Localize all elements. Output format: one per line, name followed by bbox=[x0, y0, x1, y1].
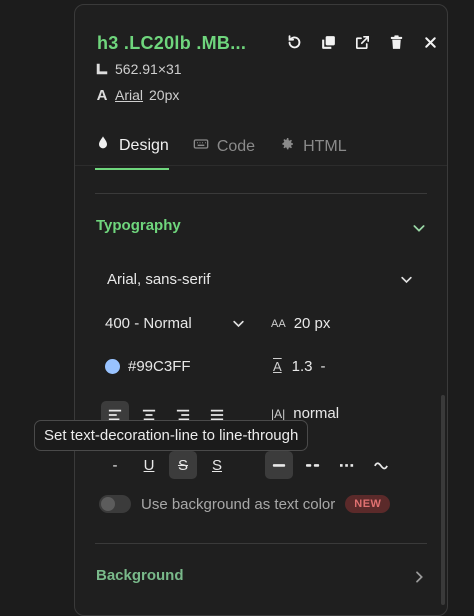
inspector-panel: h3 .LC20lb .MB... 562.91×31 A Arial 20px bbox=[74, 4, 448, 616]
background-text-color-toggle-row: Use background as text color NEW bbox=[99, 495, 391, 513]
text-size-icon: AA bbox=[271, 317, 286, 330]
line-dashed-icon bbox=[306, 464, 320, 467]
open-external-icon[interactable] bbox=[351, 31, 373, 53]
duplicate-icon[interactable] bbox=[317, 31, 339, 53]
undo-icon[interactable] bbox=[283, 31, 305, 53]
color-field[interactable]: #99C3FF bbox=[105, 358, 191, 375]
letter-spacing-icon: |A| bbox=[271, 406, 286, 421]
tooltip: Set text-decoration-line to line-through bbox=[34, 420, 309, 451]
line-dotted-icon bbox=[340, 464, 354, 467]
style-dashed-button[interactable] bbox=[299, 451, 327, 479]
decoration-overline-button[interactable]: S bbox=[203, 451, 231, 479]
style-dotted-button[interactable] bbox=[333, 451, 361, 479]
chevron-right-icon[interactable] bbox=[411, 569, 427, 585]
color-swatch[interactable] bbox=[105, 359, 120, 374]
font-family-select[interactable]: Arial, sans-serif bbox=[107, 271, 417, 288]
font-row: A Arial 20px bbox=[95, 86, 180, 104]
ruler-icon bbox=[95, 62, 109, 76]
line-wavy-icon bbox=[374, 462, 388, 470]
font-weight-value: 400 - Normal bbox=[105, 315, 192, 332]
font-size-input-value[interactable]: 20 px bbox=[294, 315, 331, 332]
line-height-icon: A bbox=[273, 359, 282, 374]
scrollbar[interactable] bbox=[441, 395, 445, 605]
tab-label: Code bbox=[216, 137, 256, 155]
style-solid-button[interactable] bbox=[265, 451, 293, 479]
decoration-overline-label: S bbox=[211, 456, 222, 474]
toggle-label: Use background as text color bbox=[141, 495, 336, 513]
dimensions-row: 562.91×31 bbox=[95, 61, 182, 77]
background-text-color-toggle[interactable] bbox=[99, 495, 131, 513]
decoration-line-through-label: S bbox=[177, 456, 188, 474]
decoration-none-label: - bbox=[112, 456, 118, 474]
font-size-field[interactable]: AA 20 px bbox=[271, 315, 330, 332]
tab-divider bbox=[75, 165, 447, 166]
gear-icon bbox=[279, 136, 295, 157]
decoration-underline-button[interactable]: U bbox=[135, 451, 163, 479]
chevron-down-icon[interactable] bbox=[399, 272, 414, 287]
chevron-down-icon[interactable] bbox=[411, 220, 427, 236]
chevron-down-icon[interactable] bbox=[231, 316, 246, 331]
section-divider bbox=[95, 543, 427, 544]
font-weight-select[interactable]: 400 - Normal bbox=[105, 315, 192, 332]
font-family-value: Arial, sans-serif bbox=[107, 271, 211, 288]
tab-label: HTML bbox=[303, 137, 347, 155]
dimensions-value: 562.91×31 bbox=[115, 61, 182, 77]
decoration-style-group bbox=[265, 451, 395, 479]
font-icon: A bbox=[96, 86, 108, 104]
trash-icon[interactable] bbox=[385, 31, 407, 53]
tab-label: Design bbox=[119, 136, 169, 154]
new-badge: NEW bbox=[345, 495, 391, 513]
decoration-underline-label: U bbox=[143, 456, 155, 474]
header-actions bbox=[283, 31, 441, 53]
style-wavy-button[interactable] bbox=[367, 451, 395, 479]
line-height-unit[interactable]: - bbox=[321, 358, 326, 375]
toggle-knob bbox=[101, 497, 115, 511]
font-family-link[interactable]: Arial bbox=[115, 87, 143, 103]
color-value[interactable]: #99C3FF bbox=[128, 358, 191, 375]
text-decoration-group: - U S S bbox=[101, 451, 231, 479]
line-height-value[interactable]: 1.3 bbox=[292, 358, 313, 375]
close-icon[interactable] bbox=[419, 31, 441, 53]
font-size-value: 20px bbox=[149, 87, 180, 103]
section-divider bbox=[95, 193, 427, 194]
typography-section-title[interactable]: Typography bbox=[96, 217, 181, 234]
keyboard-icon bbox=[193, 136, 209, 157]
line-solid-icon bbox=[272, 464, 286, 467]
element-selector-title: h3 .LC20lb .MB... bbox=[97, 33, 247, 53]
line-height-field[interactable]: A 1.3 - bbox=[271, 358, 326, 375]
droplet-icon bbox=[95, 135, 111, 156]
background-section-title[interactable]: Background bbox=[96, 567, 184, 584]
decoration-none-button[interactable]: - bbox=[101, 451, 129, 479]
decoration-line-through-button[interactable]: S bbox=[169, 451, 197, 479]
